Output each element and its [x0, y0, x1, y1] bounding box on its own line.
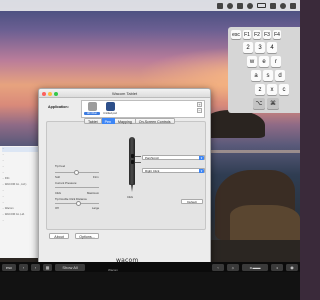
add-application-button[interactable]: +	[197, 102, 202, 107]
sync-icon[interactable]	[227, 2, 233, 9]
touchbar-show-all-button[interactable]: Show All	[55, 263, 85, 271]
keyboard-row: wer	[231, 56, 300, 67]
touch-bar: esc ‹ › ▦ Show All Wacom ‹ ☼ ◂ ▬▬ ◃ ◉	[0, 262, 300, 272]
key[interactable]: e	[259, 56, 269, 67]
virtual-keyboard: esc F1 F2 F3 F4 2 3 4 w e r a s d z x c ⌥ ⌘	[228, 27, 300, 113]
leader-line	[135, 162, 141, 163]
wifi-icon[interactable]	[247, 2, 253, 9]
key[interactable]: F1	[243, 30, 251, 39]
tab-mapping[interactable]: Mapping	[115, 118, 136, 124]
close-button[interactable]	[42, 91, 46, 96]
key[interactable]: esc	[231, 30, 241, 39]
tip-feel-min: Soft	[55, 175, 60, 179]
tip-feel-max: Firm	[93, 175, 99, 179]
battery-icon[interactable]	[257, 3, 266, 8]
key[interactable]: ⌘	[267, 98, 279, 109]
key[interactable]: s	[263, 70, 273, 81]
app-item-label: All Other	[84, 112, 100, 115]
lower-button-value: Right Click	[145, 169, 160, 173]
app-item-label: Untitled.psd	[103, 112, 117, 115]
default-button[interactable]: Default	[181, 199, 203, 204]
tip-feel-slider[interactable]	[74, 170, 79, 175]
touchbar-siri-icon[interactable]: ◉	[286, 263, 298, 271]
touchbar-brightness-icon[interactable]: ☼	[227, 263, 239, 271]
minimize-button[interactable]	[48, 91, 52, 96]
keyboard-area	[0, 272, 300, 300]
control-center-icon[interactable]	[290, 2, 296, 9]
key[interactable]: d	[275, 70, 285, 81]
key[interactable]: F4	[273, 30, 281, 39]
key[interactable]: F3	[263, 30, 271, 39]
touchbar-back-button[interactable]: ‹	[19, 263, 28, 271]
double-click-max: Large	[92, 206, 100, 210]
double-click-min: Off	[55, 206, 59, 210]
pressure-meter	[55, 187, 99, 188]
tab-on-screen-controls[interactable]: On-Screen Controls	[135, 118, 175, 124]
key[interactable]: x	[267, 84, 277, 95]
touchbar-grid-icon[interactable]: ▦	[43, 263, 52, 271]
options-button[interactable]: Options...	[75, 233, 99, 239]
key[interactable]: r	[271, 56, 281, 67]
tip-action-label: Click	[127, 195, 134, 199]
app-item-photoshop[interactable]: Untitled.psd	[102, 102, 118, 118]
keyboard-row: esc F1 F2 F3 F4	[231, 30, 300, 39]
menu-bar	[0, 0, 300, 11]
click-label: Click	[55, 191, 62, 195]
zoom-button[interactable]	[54, 91, 58, 96]
touchbar-forward-button[interactable]: ›	[31, 263, 40, 271]
rock-formation	[230, 205, 300, 240]
dropbox-icon[interactable]	[217, 2, 223, 9]
key[interactable]: c	[279, 84, 289, 95]
window-titlebar[interactable]: Wacom Tablet	[39, 89, 210, 98]
maximum-label: Maximum	[87, 191, 100, 195]
double-click-slider[interactable]	[76, 201, 81, 206]
double-click-distance-label: Tip Double Click Distance	[55, 197, 87, 201]
key[interactable]: w	[247, 56, 257, 67]
pen-tip	[130, 184, 133, 192]
key[interactable]: ⌥	[253, 98, 265, 109]
app-icon	[105, 102, 115, 111]
key[interactable]: z	[255, 84, 265, 95]
pen-settings-panel: Tip Feel Soft Firm Current Pressure: Cli…	[46, 121, 206, 230]
tablet-icon[interactable]	[237, 2, 243, 9]
app-item-all-other[interactable]: All Other	[84, 102, 100, 118]
wacom-tablet-window: Wacom Tablet Application: All Other Unti…	[38, 88, 211, 277]
keyboard-row: 234	[231, 42, 300, 53]
upper-button-dropdown[interactable]: Pan/Scroll ▾	[142, 155, 205, 160]
touchbar-volume-slider[interactable]: ◂ ▬▬	[242, 263, 268, 271]
leader-line	[135, 156, 141, 157]
rock-formation	[205, 110, 265, 138]
tab-bar: Tablet Pen Mapping On-Screen Controls	[84, 118, 175, 124]
keyboard-row: zxc	[231, 84, 300, 95]
touchbar-esc-button[interactable]: esc	[2, 263, 16, 271]
pen-lower-button	[130, 160, 134, 164]
chevron-down-icon: ▾	[199, 156, 204, 160]
application-list: All Other Untitled.psd + −	[81, 100, 205, 118]
key[interactable]: F2	[253, 30, 261, 39]
sea-glint	[200, 150, 300, 153]
upper-button-value: Pan/Scroll	[145, 156, 159, 160]
about-button[interactable]: About	[49, 233, 69, 239]
touchbar-collapse-icon[interactable]: ‹	[212, 263, 224, 271]
touchbar-mute-icon[interactable]: ◃	[271, 263, 283, 271]
remove-application-button[interactable]: −	[197, 108, 202, 113]
tab-tablet[interactable]: Tablet	[84, 118, 102, 124]
tip-feel-label: Tip Feel	[55, 164, 65, 168]
key[interactable]: 2	[243, 42, 253, 53]
app-icon	[87, 102, 97, 111]
keyboard-row: asd	[231, 70, 300, 81]
tab-pen[interactable]: Pen	[101, 118, 115, 124]
keyboard-row: ⌥ ⌘	[231, 98, 300, 109]
current-pressure-label: Current Pressure:	[55, 181, 78, 185]
window-title: Wacom Tablet	[111, 91, 138, 96]
lower-button-dropdown[interactable]: Right Click ▾	[142, 168, 205, 173]
key[interactable]: 3	[255, 42, 265, 53]
flag-icon[interactable]	[270, 2, 276, 9]
key[interactable]: 4	[267, 42, 277, 53]
key[interactable]: a	[251, 70, 261, 81]
application-label: Application:	[48, 105, 69, 109]
chevron-down-icon: ▾	[199, 169, 204, 173]
pen-upper-button	[130, 154, 134, 158]
search-icon[interactable]	[280, 2, 286, 9]
